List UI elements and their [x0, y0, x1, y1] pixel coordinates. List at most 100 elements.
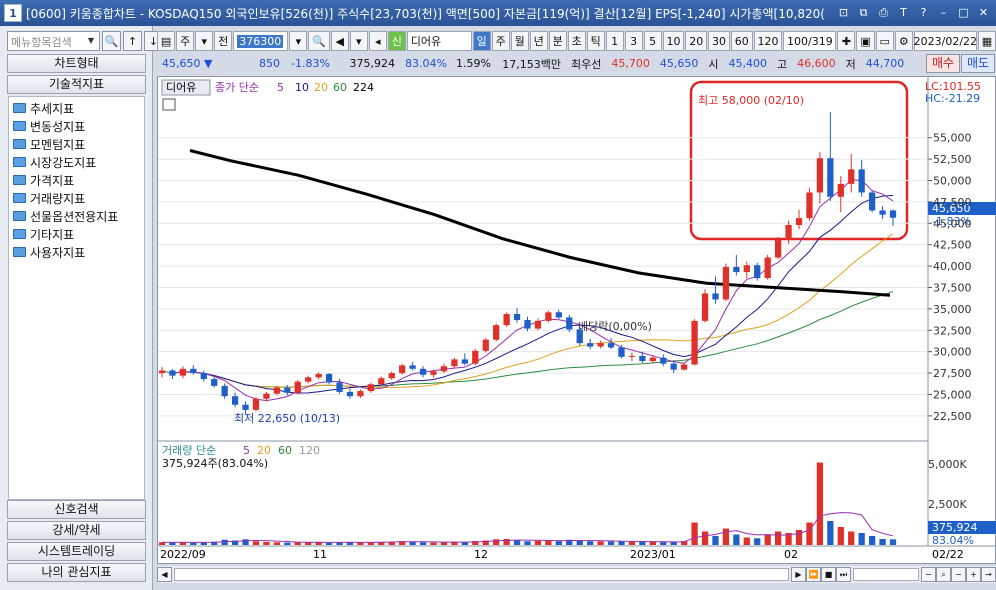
speaker-icon[interactable]: ◀: [330, 31, 349, 51]
volume-bar: [597, 541, 604, 545]
next-icon[interactable]: ⏭: [836, 567, 851, 582]
help-icon[interactable]: ?: [915, 4, 932, 21]
my-indicator-button[interactable]: 나의 관심지표: [7, 563, 146, 582]
candle-body: [305, 377, 312, 382]
quote-bar: 45,650 ▼ 850 -1.83% 375,924 83.04% 1.59%…: [157, 54, 996, 73]
candle-body: [200, 373, 207, 380]
candle-body: [701, 293, 709, 321]
stock-name: 디어유: [406, 31, 472, 51]
period-day[interactable]: 일: [472, 31, 491, 51]
scroll-left-icon[interactable]: ◀: [157, 567, 172, 582]
tech-indicator-button[interactable]: 기술적지표: [7, 75, 146, 94]
chart-scrollbar[interactable]: ◀ ▶ ⏩ ■ ⏭ − ⌕ − + →: [157, 566, 996, 583]
arrow-right-icon[interactable]: →: [981, 567, 996, 582]
price-tick-label: 45,000: [933, 217, 972, 230]
calendar-icon[interactable]: ▦: [977, 31, 996, 51]
price-tick-label: 55,000: [933, 132, 972, 145]
gear-icon[interactable]: ⚙: [894, 31, 913, 51]
zoom-slider[interactable]: [853, 568, 919, 581]
save-icon[interactable]: ▭: [875, 31, 894, 51]
crosshair-icon[interactable]: ✚: [837, 31, 856, 51]
interval-10[interactable]: 10: [662, 31, 685, 51]
layout-icon[interactable]: ▤: [157, 31, 176, 51]
interval-30[interactable]: 30: [708, 31, 730, 51]
stock-code-input[interactable]: 376300: [233, 31, 289, 51]
tree-item[interactable]: 거래량지표: [9, 189, 144, 207]
date-input[interactable]: 2023/02/22: [914, 31, 977, 51]
tree-item[interactable]: 추세지표: [9, 99, 144, 117]
print-icon[interactable]: ⎙: [875, 4, 892, 21]
price-chart[interactable]: 디어유 종가 단순 5 10 20 60 224 LC:101.55 HC:-2…: [157, 76, 996, 564]
close-icon[interactable]: ✕: [975, 4, 992, 21]
candle-body: [816, 158, 824, 193]
fast-forward-icon[interactable]: ⏩: [806, 567, 821, 582]
period-second[interactable]: 초: [567, 31, 586, 51]
magnify-icon[interactable]: ⌕: [936, 567, 951, 582]
price-tick-label: 40,000: [933, 260, 972, 273]
tree-item[interactable]: 선물옵션전용지표: [9, 207, 144, 225]
link-icon[interactable]: ⊡: [835, 4, 852, 21]
chart-type-button[interactable]: 차트형태: [7, 54, 146, 73]
volume-bar: [263, 542, 270, 545]
candle-body: [785, 224, 792, 240]
tree-item[interactable]: 사용자지표: [9, 243, 144, 261]
signal-search-button[interactable]: 신호검색: [7, 500, 146, 519]
sell-button[interactable]: 매도: [961, 54, 995, 73]
interval-1[interactable]: 1: [605, 31, 624, 51]
prev-button[interactable]: 전: [214, 31, 233, 51]
scroll-track[interactable]: [174, 568, 789, 581]
lock-icon[interactable]: ▣: [856, 31, 875, 51]
minus-icon[interactable]: −: [951, 567, 966, 582]
ask-price: 45,700: [611, 57, 650, 70]
price-change-pct: -1.83%: [291, 57, 330, 70]
chevron-down-icon[interactable]: ▼: [84, 33, 98, 49]
share-icon[interactable]: ⧉: [855, 4, 872, 21]
grid-toggle-icon[interactable]: [162, 98, 176, 111]
prev-stock-icon[interactable]: ◂: [368, 31, 387, 51]
candle-body: [889, 210, 897, 218]
tree-item[interactable]: 모멘텀지표: [9, 135, 144, 153]
folder-icon: [13, 157, 26, 167]
tree-item[interactable]: 기타지표: [9, 225, 144, 243]
tree-item[interactable]: 변동성지표: [9, 117, 144, 135]
zoom-out-icon[interactable]: −: [921, 567, 936, 582]
volume-bar: [868, 536, 876, 545]
interval-20[interactable]: 20: [685, 31, 708, 51]
interval-5[interactable]: 5: [643, 31, 662, 51]
system-trading-button[interactable]: 시스템트레이딩: [7, 542, 146, 561]
candle-body: [827, 158, 834, 197]
tree-item[interactable]: 시장강도지표: [9, 153, 144, 171]
candle-body: [472, 350, 479, 364]
period-month[interactable]: 월: [510, 31, 529, 51]
maximize-icon[interactable]: □: [955, 4, 972, 21]
volume-bar: [774, 531, 782, 545]
period-tick[interactable]: 틱: [586, 31, 605, 51]
search-icon[interactable]: 🔍: [102, 31, 121, 51]
period-year[interactable]: 년: [529, 31, 548, 51]
interval-60[interactable]: 60: [730, 31, 753, 51]
buy-button[interactable]: 매수: [926, 54, 960, 73]
mode-select[interactable]: 주: [176, 31, 195, 51]
interval-120[interactable]: 120: [753, 31, 783, 51]
interval-3[interactable]: 3: [624, 31, 643, 51]
stop-icon[interactable]: ■: [821, 567, 836, 582]
chart-svg[interactable]: 디어유 종가 단순 5 10 20 60 224 LC:101.55 HC:-2…: [158, 77, 996, 565]
chevron-down-icon[interactable]: ▾: [195, 31, 214, 51]
menu-search-input[interactable]: 메뉴항목검색 ▼: [7, 31, 100, 51]
period-week[interactable]: 주: [491, 31, 510, 51]
font-icon[interactable]: T: [895, 4, 912, 21]
chevron-down-icon[interactable]: ▾: [349, 31, 368, 51]
count-input[interactable]: 100/319: [783, 31, 837, 51]
volume-bar: [879, 539, 886, 545]
up-arrow-icon[interactable]: ↑: [123, 31, 142, 51]
play-icon[interactable]: ▶: [791, 567, 806, 582]
tree-item[interactable]: 가격지표: [9, 171, 144, 189]
chevron-down-icon[interactable]: ▾: [289, 31, 308, 51]
plus-icon[interactable]: +: [966, 567, 981, 582]
period-minute[interactable]: 분: [548, 31, 567, 51]
strength-button[interactable]: 강세/약세: [7, 521, 146, 540]
candle-body: [545, 312, 552, 321]
search-icon[interactable]: 🔍: [308, 31, 330, 51]
candle-body: [774, 239, 782, 258]
minimize-icon[interactable]: –: [935, 4, 952, 21]
